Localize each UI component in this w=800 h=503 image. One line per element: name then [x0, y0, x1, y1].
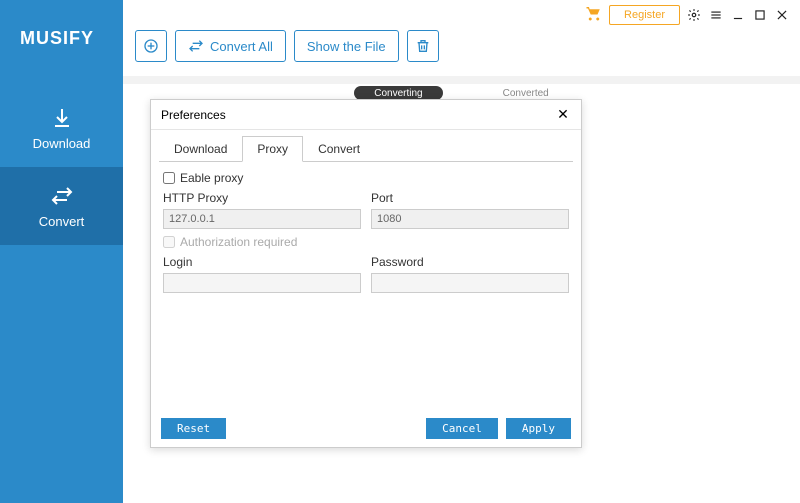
login-input[interactable] [163, 273, 361, 293]
sidebar-item-download[interactable]: Download [0, 89, 123, 167]
port-label: Port [371, 191, 569, 205]
divider [123, 76, 800, 84]
convert-all-label: Convert All [210, 39, 273, 54]
http-proxy-label: HTTP Proxy [163, 191, 361, 205]
register-button[interactable]: Register [609, 5, 680, 25]
cart-icon[interactable] [585, 4, 603, 27]
auth-required-checkbox[interactable] [163, 236, 175, 248]
preferences-dialog: Preferences ✕ Download Proxy Convert Eab… [150, 99, 582, 448]
convert-all-button[interactable]: Convert All [175, 30, 286, 62]
password-input[interactable] [371, 273, 569, 293]
sidebar: MUSIFY Download Convert [0, 0, 123, 503]
tab-download[interactable]: Download [159, 136, 242, 162]
enable-proxy-checkbox[interactable] [163, 172, 175, 184]
main-tabs: Converting Converted [123, 86, 800, 100]
tab-convert[interactable]: Convert [303, 136, 375, 162]
tab-proxy[interactable]: Proxy [242, 136, 303, 162]
tab-converting[interactable]: Converting [354, 86, 442, 100]
auth-required-label: Authorization required [180, 235, 297, 249]
sidebar-item-label: Download [33, 136, 91, 151]
maximize-icon[interactable] [752, 7, 768, 23]
cancel-button[interactable]: Cancel [426, 418, 498, 439]
sidebar-item-label: Convert [39, 214, 85, 229]
password-label: Password [371, 255, 569, 269]
close-icon[interactable]: ✕ [555, 106, 571, 123]
add-button[interactable] [135, 30, 167, 62]
show-file-button[interactable]: Show the File [294, 30, 399, 62]
delete-button[interactable] [407, 30, 439, 62]
minimize-icon[interactable] [730, 7, 746, 23]
port-input[interactable] [371, 209, 569, 229]
close-icon[interactable] [774, 7, 790, 23]
dialog-title: Preferences [161, 108, 226, 122]
http-proxy-input[interactable] [163, 209, 361, 229]
app-logo: MUSIFY [0, 0, 123, 49]
sidebar-item-convert[interactable]: Convert [0, 167, 123, 245]
gear-icon[interactable] [686, 7, 702, 23]
show-file-label: Show the File [307, 39, 386, 54]
toolbar: Convert All Show the File [135, 30, 439, 62]
reset-button[interactable]: Reset [161, 418, 226, 439]
tab-converted[interactable]: Converted [483, 86, 569, 100]
enable-proxy-label: Eable proxy [180, 171, 243, 185]
menu-icon[interactable] [708, 7, 724, 23]
apply-button[interactable]: Apply [506, 418, 571, 439]
login-label: Login [163, 255, 361, 269]
